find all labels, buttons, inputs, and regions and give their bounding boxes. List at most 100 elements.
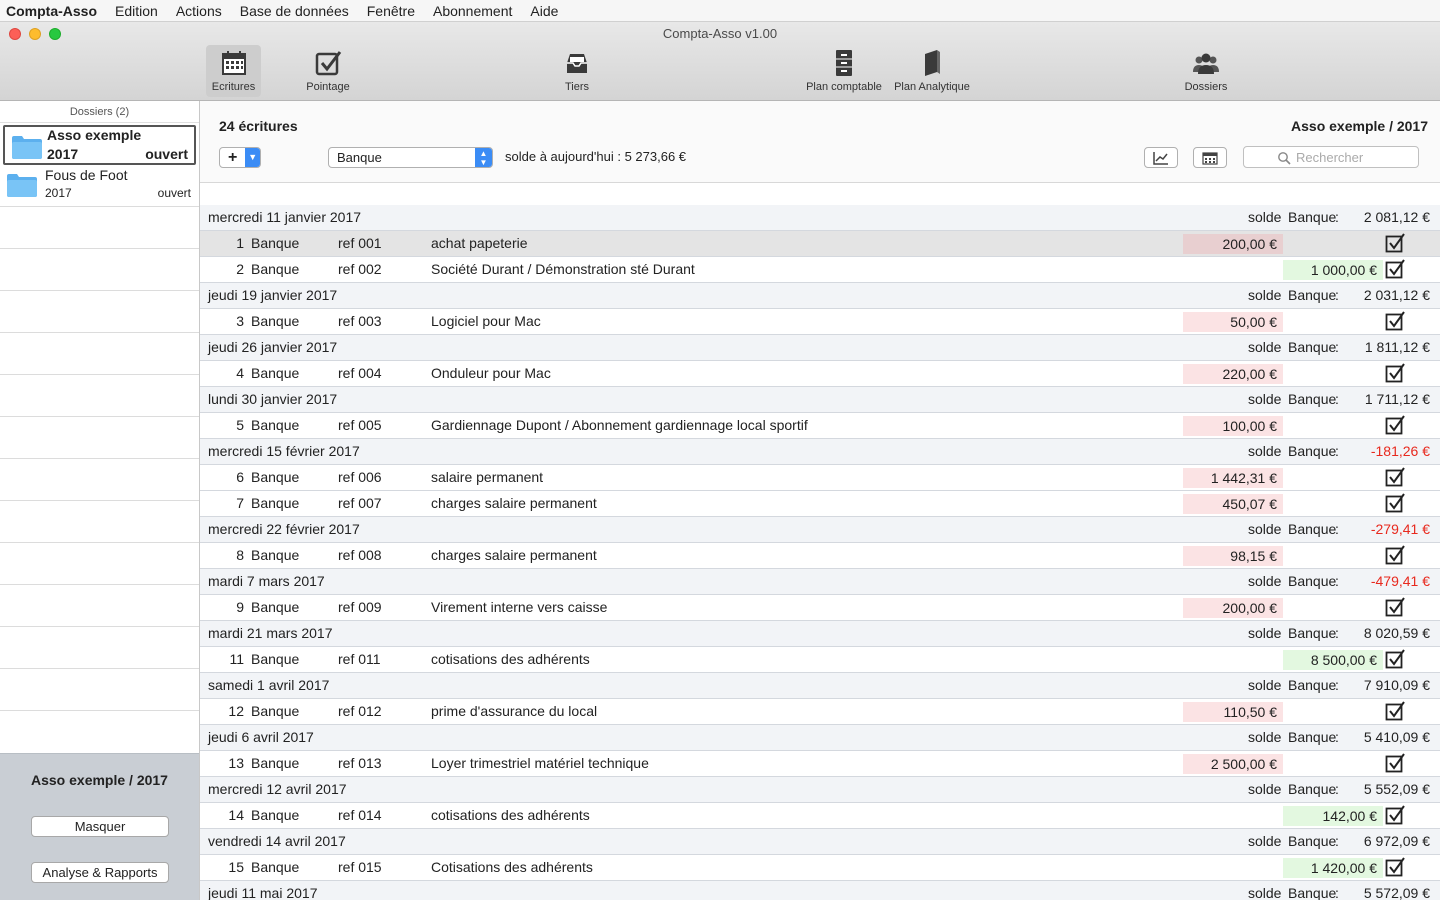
group-balance-account: Banque xyxy=(1288,573,1337,589)
chevron-down-icon[interactable]: ▼ xyxy=(245,148,260,167)
checked-checkbox-icon[interactable] xyxy=(1385,415,1405,435)
toolbar-plan-comptable-button[interactable]: Plan comptable xyxy=(800,45,888,97)
entry-label: prime d'assurance du local xyxy=(431,703,598,719)
plus-icon: + xyxy=(228,149,238,166)
menu-edition[interactable]: Edition xyxy=(106,0,167,22)
entry-debit: 98,15 € xyxy=(1183,546,1283,566)
analysis-reports-button[interactable]: Analyse & Rapports xyxy=(31,862,169,883)
sidebar-empty-row xyxy=(0,501,199,543)
checked-checkbox-icon[interactable] xyxy=(1385,857,1405,877)
sidebar-folder-asso-exemple[interactable]: Asso exemple 2017 ouvert xyxy=(3,125,196,165)
account-select[interactable]: Banque ▲ ▼ xyxy=(328,147,493,168)
group-balance-account: Banque xyxy=(1288,729,1337,745)
chart-button[interactable] xyxy=(1144,147,1178,168)
date-group-row: jeudi 19 janvier 2017 solde Banque: 2 031,1… xyxy=(200,283,1440,309)
entry-number: 4 xyxy=(236,365,244,381)
entry-number: 11 xyxy=(229,651,244,667)
table-row[interactable]: 15 Banque ref 015 Cotisations des adhérents… xyxy=(200,855,1440,881)
table-row[interactable]: 9 Banque ref 009 Virement interne vers cais… xyxy=(200,595,1440,621)
toolbar-pointage-button[interactable]: Pointage xyxy=(300,45,356,97)
checked-checkbox-icon[interactable] xyxy=(1385,363,1405,383)
entry-account: Banque xyxy=(251,755,300,771)
group-date: mercredi 12 avril 2017 xyxy=(208,781,347,797)
table-row[interactable]: 4 Banque ref 004 Onduleur pour Mac 220,00 € xyxy=(200,361,1440,387)
date-group-row: jeudi 11 mai 2017 solde Banque: 5 572,09 € xyxy=(200,881,1440,900)
entry-account: Banque xyxy=(251,469,300,485)
group-balance-colon: : xyxy=(1335,781,1339,797)
checked-checkbox-icon[interactable] xyxy=(1385,545,1405,565)
sidebar-folder-fous-de-foot[interactable]: Fous de Foot 2017 ouvert xyxy=(0,165,199,207)
group-date: jeudi 26 janvier 2017 xyxy=(208,339,338,355)
toolbar-pointage-label: Pointage xyxy=(306,81,350,93)
entry-number: 1 xyxy=(236,235,244,251)
entry-account: Banque xyxy=(251,365,300,381)
table-row[interactable]: 6 Banque ref 006 salaire permanent 1 442,31 … xyxy=(200,465,1440,491)
toolbar-ecritures-button[interactable]: Ecritures xyxy=(206,45,261,97)
toolbar-plan-analytique-button[interactable]: Plan Analytique xyxy=(889,45,975,97)
checked-checkbox-icon[interactable] xyxy=(1385,467,1405,487)
table-row[interactable]: 3 Banque ref 003 Logiciel pour Mac 50,00 € xyxy=(200,309,1440,335)
add-entry-button[interactable]: + ▼ xyxy=(219,147,261,168)
calendar-button[interactable] xyxy=(1193,147,1227,168)
checked-checkbox-icon[interactable] xyxy=(1385,493,1405,513)
table-row[interactable]: 8 Banque ref 008 charges salaire permanent 9… xyxy=(200,543,1440,569)
menu-app[interactable]: Compta-Asso xyxy=(0,0,106,22)
group-balance-value: 6 972,09 € xyxy=(1363,833,1430,849)
entry-label: charges salaire permanent xyxy=(431,495,597,511)
checked-checkbox-icon[interactable] xyxy=(1385,649,1405,669)
menu-window[interactable]: Fenêtre xyxy=(358,0,424,22)
toolbar-dossiers-button[interactable]: Dossiers xyxy=(1178,45,1234,97)
table-row[interactable]: 7 Banque ref 007 charges salaire permanent 4… xyxy=(200,491,1440,517)
sidebar-empty-rows xyxy=(0,207,199,711)
entry-reference: ref 015 xyxy=(338,859,382,875)
toolbar-tiers-button[interactable]: Tiers xyxy=(552,45,602,97)
checked-checkbox-icon[interactable] xyxy=(1385,597,1405,617)
current-dossier-label: Asso exemple / 2017 xyxy=(31,772,168,788)
entry-account: Banque xyxy=(251,599,300,615)
table-row[interactable]: 1 Banque ref 001 achat papeterie 200,00 € xyxy=(200,231,1440,257)
sidebar-empty-row xyxy=(0,627,199,669)
menu-subscription[interactable]: Abonnement xyxy=(424,0,521,22)
group-balance-colon: : xyxy=(1335,521,1339,537)
sidebar-empty-row xyxy=(0,207,199,249)
checked-checkbox-icon[interactable] xyxy=(1385,311,1405,331)
table-row[interactable]: 2 Banque ref 002 Société Durant / Démonstra… xyxy=(200,257,1440,283)
entry-number: 14 xyxy=(228,807,244,823)
checked-checkbox-icon[interactable] xyxy=(1385,701,1405,721)
date-group-row: jeudi 6 avril 2017 solde Banque: 5 410,09 € xyxy=(200,725,1440,751)
table-row[interactable]: 12 Banque ref 012 prime d'assurance du loca… xyxy=(200,699,1440,725)
menu-actions[interactable]: Actions xyxy=(167,0,231,22)
table-row[interactable]: 11 Banque ref 011 cotisations des adhérents… xyxy=(200,647,1440,673)
entry-number: 12 xyxy=(228,703,244,719)
folder-icon xyxy=(12,136,42,159)
entry-credit: 142,00 € xyxy=(1283,806,1383,826)
search-input[interactable] xyxy=(1296,149,1414,166)
group-date: mardi 7 mars 2017 xyxy=(208,573,325,589)
menu-help[interactable]: Aide xyxy=(521,0,567,22)
main-header: 24 écritures Asso exemple / 2017 + ▼ Ban… xyxy=(200,101,1440,183)
entry-label: cotisations des adhérents xyxy=(431,651,590,667)
entry-debit: 50,00 € xyxy=(1183,312,1283,332)
entry-number: 8 xyxy=(236,547,244,563)
entry-number: 3 xyxy=(236,313,244,329)
sidebar-empty-row xyxy=(0,375,199,417)
entry-label: Onduleur pour Mac xyxy=(431,365,551,381)
entry-reference: ref 007 xyxy=(338,495,382,511)
hide-button[interactable]: Masquer xyxy=(31,816,169,837)
checked-checkbox-icon[interactable] xyxy=(1385,805,1405,825)
checked-checkbox-icon[interactable] xyxy=(1385,233,1405,253)
group-balance-colon: : xyxy=(1335,729,1339,745)
menu-database[interactable]: Base de données xyxy=(231,0,358,22)
search-field[interactable] xyxy=(1243,146,1419,168)
sidebar-header: Dossiers (2) xyxy=(0,101,199,123)
checked-checkbox-icon[interactable] xyxy=(1385,259,1405,279)
group-balance-label: solde xyxy=(1248,339,1282,355)
filing-cabinet-icon xyxy=(836,50,852,76)
table-row[interactable]: 5 Banque ref 005 Gardiennage Dupont / Abonn… xyxy=(200,413,1440,439)
checked-checkbox-icon[interactable] xyxy=(1385,753,1405,773)
table-row[interactable]: 13 Banque ref 013 Loyer trimestriel matérie… xyxy=(200,751,1440,777)
table-row[interactable]: 14 Banque ref 014 cotisations des adhérents… xyxy=(200,803,1440,829)
group-balance-account: Banque xyxy=(1288,287,1337,303)
entry-account: Banque xyxy=(251,313,300,329)
app-window: Compta-Asso v1.00 Ecritures Pointage Tie… xyxy=(0,22,1440,900)
